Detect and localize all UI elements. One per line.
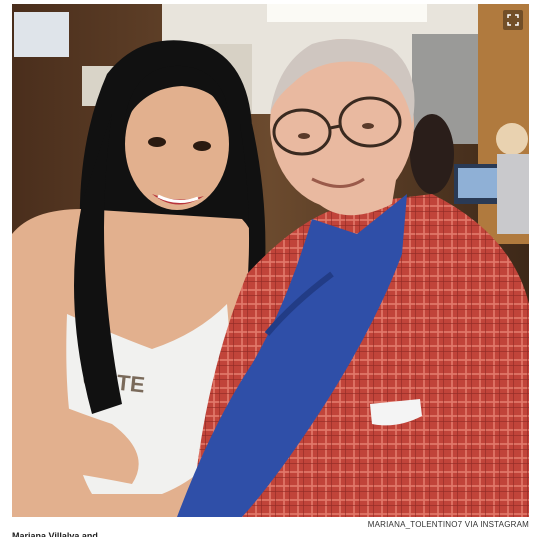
photo: OOTE (12, 4, 529, 517)
expand-icon (507, 14, 519, 26)
photo-caption: Mariana Villalva and ... (12, 531, 108, 537)
expand-button[interactable] (503, 10, 523, 30)
photo-credit: MARIANA_TOLENTINO7 VIA INSTAGRAM (367, 520, 529, 529)
photo-image: OOTE (12, 4, 529, 517)
